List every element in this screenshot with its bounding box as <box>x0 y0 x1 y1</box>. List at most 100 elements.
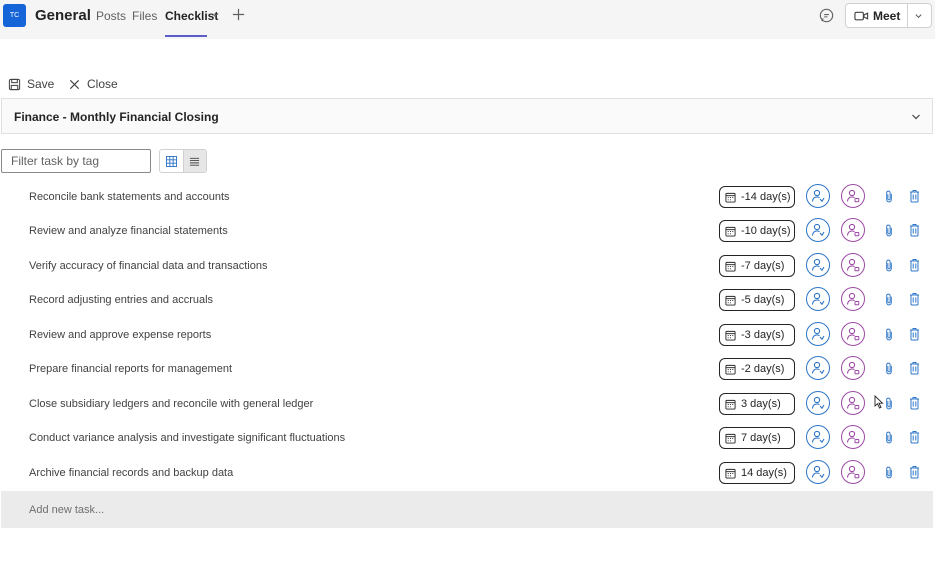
checklist-section-header[interactable]: Finance - Monthly Financial Closing <box>1 98 933 134</box>
assign-user-button[interactable] <box>806 253 830 277</box>
save-label: Save <box>27 77 55 91</box>
chevron-down-icon[interactable] <box>911 112 921 122</box>
assign-user-button[interactable] <box>806 218 830 242</box>
chat-icon[interactable] <box>818 7 835 24</box>
grid-icon <box>165 155 177 167</box>
due-date-button[interactable]: -10 day(s) <box>719 220 795 242</box>
section-title: Finance - Monthly Financial Closing <box>14 110 219 124</box>
due-date-button[interactable]: -5 day(s) <box>719 289 795 311</box>
due-date-button[interactable]: -7 day(s) <box>719 255 795 277</box>
task-label[interactable]: Conduct variance analysis and investigat… <box>29 432 345 444</box>
person-check-icon <box>846 430 860 444</box>
task-row[interactable]: Reconcile bank statements and accounts -… <box>0 181 935 215</box>
meet-divider <box>907 4 908 27</box>
assign-user-button[interactable] <box>806 356 830 380</box>
calendar-icon <box>725 295 736 306</box>
trash-icon[interactable] <box>909 258 920 272</box>
trash-icon[interactable] <box>909 223 920 237</box>
approver-button[interactable] <box>841 253 865 277</box>
approver-button[interactable] <box>841 218 865 242</box>
due-date-label: 7 day(s) <box>741 432 781 444</box>
task-label[interactable]: Close subsidiary ledgers and reconcile w… <box>29 398 313 410</box>
save-button[interactable]: Save <box>8 76 54 92</box>
person-check-icon <box>846 292 860 306</box>
trash-icon[interactable] <box>909 396 920 410</box>
calendar-icon <box>725 433 736 444</box>
task-row[interactable]: Conduct variance analysis and investigat… <box>0 422 935 456</box>
approver-button[interactable] <box>841 356 865 380</box>
task-label[interactable]: Review and analyze financial statements <box>29 225 228 237</box>
save-icon <box>8 78 21 90</box>
task-row[interactable]: Review and analyze financial statements … <box>0 215 935 249</box>
due-date-button[interactable]: 7 day(s) <box>719 427 795 449</box>
trash-icon[interactable] <box>909 189 920 203</box>
close-button[interactable]: Close <box>68 76 118 92</box>
task-row[interactable]: Review and approve expense reports -3 da… <box>0 319 935 353</box>
trash-icon[interactable] <box>909 465 920 479</box>
person-check-icon <box>846 361 860 375</box>
add-tab-icon[interactable] <box>231 7 246 22</box>
task-row[interactable]: Record adjusting entries and accruals -5… <box>0 284 935 318</box>
due-date-label: 14 day(s) <box>741 467 787 479</box>
approver-button[interactable] <box>841 391 865 415</box>
task-label[interactable]: Verify accuracy of financial data and tr… <box>29 260 267 272</box>
due-date-label: -10 day(s) <box>741 225 791 237</box>
assign-user-button[interactable] <box>806 322 830 346</box>
calendar-icon <box>725 261 736 272</box>
paperclip-icon[interactable] <box>884 431 894 444</box>
trash-icon[interactable] <box>909 361 920 375</box>
tab-posts[interactable]: Posts <box>96 9 126 23</box>
approver-button[interactable] <box>841 184 865 208</box>
approver-button[interactable] <box>841 460 865 484</box>
active-tab-indicator <box>165 35 207 37</box>
paperclip-icon[interactable] <box>884 328 894 341</box>
chevron-down-icon[interactable] <box>914 12 923 20</box>
task-label[interactable]: Archive financial records and backup dat… <box>29 467 233 479</box>
paperclip-icon[interactable] <box>884 190 894 203</box>
person-check-icon <box>846 327 860 341</box>
task-row[interactable]: Verify accuracy of financial data and tr… <box>0 250 935 284</box>
person-check-icon <box>846 396 860 410</box>
paperclip-icon[interactable] <box>884 466 894 479</box>
assign-user-button[interactable] <box>806 391 830 415</box>
task-label[interactable]: Prepare financial reports for management <box>29 363 232 375</box>
assign-user-button[interactable] <box>806 460 830 484</box>
approver-button[interactable] <box>841 287 865 311</box>
task-label[interactable]: Review and approve expense reports <box>29 329 211 341</box>
list-view-button[interactable] <box>182 150 206 172</box>
meet-button[interactable]: Meet <box>845 3 932 28</box>
trash-icon[interactable] <box>909 327 920 341</box>
person-arrow-icon <box>811 327 825 341</box>
paperclip-icon[interactable] <box>884 362 894 375</box>
paperclip-icon[interactable] <box>884 293 894 306</box>
trash-icon[interactable] <box>909 292 920 306</box>
due-date-button[interactable]: 14 day(s) <box>719 462 795 484</box>
due-date-label: 3 day(s) <box>741 398 781 410</box>
add-task-row[interactable]: Add new task... <box>1 491 933 528</box>
task-label[interactable]: Reconcile bank statements and accounts <box>29 191 230 203</box>
add-task-input[interactable]: Add new task... <box>29 504 104 516</box>
team-avatar[interactable]: TC <box>3 4 26 27</box>
task-label[interactable]: Record adjusting entries and accruals <box>29 294 213 306</box>
trash-icon[interactable] <box>909 430 920 444</box>
due-date-button[interactable]: -2 day(s) <box>719 358 795 380</box>
chevron-down-icon[interactable] <box>211 11 219 19</box>
task-row[interactable]: Archive financial records and backup dat… <box>0 457 935 491</box>
grid-view-button[interactable] <box>160 150 183 172</box>
tab-files[interactable]: Files <box>132 9 157 23</box>
task-row[interactable]: Close subsidiary ledgers and reconcile w… <box>0 388 935 422</box>
approver-button[interactable] <box>841 322 865 346</box>
assign-user-button[interactable] <box>806 184 830 208</box>
paperclip-icon[interactable] <box>884 397 894 410</box>
paperclip-icon[interactable] <box>884 259 894 272</box>
approver-button[interactable] <box>841 425 865 449</box>
due-date-button[interactable]: 3 day(s) <box>719 393 795 415</box>
filter-tag-input[interactable] <box>1 149 151 173</box>
task-row[interactable]: Prepare financial reports for management… <box>0 353 935 387</box>
due-date-button[interactable]: -3 day(s) <box>719 324 795 346</box>
assign-user-button[interactable] <box>806 425 830 449</box>
paperclip-icon[interactable] <box>884 224 894 237</box>
due-date-button[interactable]: -14 day(s) <box>719 186 795 208</box>
due-date-label: -2 day(s) <box>741 363 785 375</box>
assign-user-button[interactable] <box>806 287 830 311</box>
